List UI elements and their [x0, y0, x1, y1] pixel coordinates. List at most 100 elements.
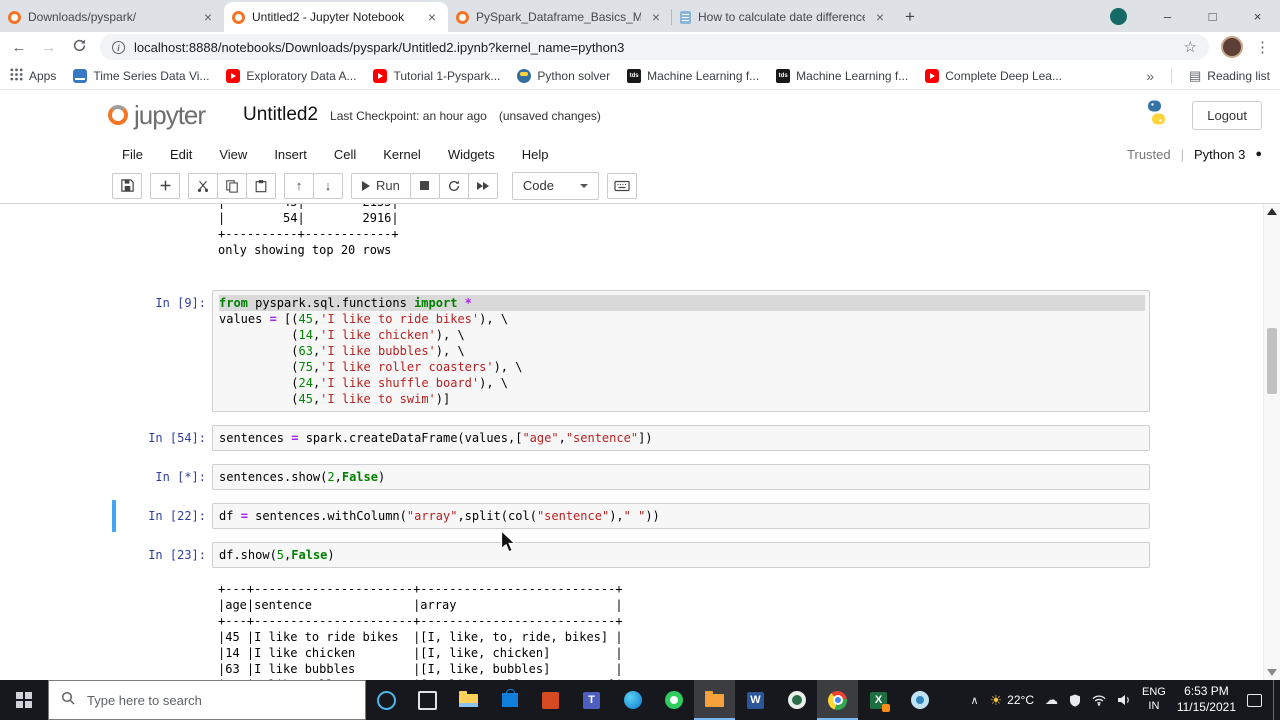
menu-edit[interactable]: Edit: [170, 147, 192, 162]
code-cell[interactable]: In [23]: df.show(5,False): [114, 542, 1150, 568]
taskbar-search[interactable]: [48, 680, 366, 720]
taskbar-app-folder-orange[interactable]: [694, 680, 735, 720]
notebook-scroll-area[interactable]: | 45| 2135| | 54| 2916| +----------+----…: [0, 204, 1280, 680]
cell-type-select[interactable]: Code: [511, 171, 599, 200]
wifi-icon[interactable]: [1092, 694, 1106, 706]
bookmark-item[interactable]: Time Series Data Vi...: [73, 68, 209, 83]
action-center-icon[interactable]: [1247, 693, 1262, 707]
taskbar-app-file-explorer[interactable]: [448, 680, 489, 720]
edge-icon: [623, 691, 642, 709]
add-cell-button[interactable]: [150, 172, 180, 199]
bookmark-item[interactable]: Complete Deep Lea...: [925, 68, 1062, 83]
back-icon[interactable]: ←: [10, 39, 28, 56]
taskbar-app-office[interactable]: [530, 680, 571, 720]
taskbar-app-teams[interactable]: [571, 680, 612, 720]
forward-icon[interactable]: →: [40, 39, 58, 56]
notebook-title[interactable]: Untitled2: [243, 104, 318, 126]
tds-favicon: [776, 68, 791, 83]
apps-shortcut[interactable]: Apps: [10, 67, 56, 84]
menu-insert[interactable]: Insert: [274, 147, 307, 162]
bookmark-item[interactable]: Tutorial 1-Pyspark...: [373, 68, 500, 83]
cut-cell-button[interactable]: [188, 172, 218, 199]
menu-cell[interactable]: Cell: [334, 147, 356, 162]
language-indicator[interactable]: ENG IN: [1142, 686, 1166, 714]
taskbar-app-whatsapp[interactable]: [653, 680, 694, 720]
cell-input[interactable]: sentences.show(2,False): [212, 464, 1150, 490]
volume-icon[interactable]: [1117, 694, 1131, 706]
logout-button[interactable]: Logout: [1192, 100, 1262, 130]
bookmark-star-icon[interactable]: ☆: [1184, 38, 1197, 56]
bookmark-item[interactable]: Exploratory Data A...: [226, 68, 356, 83]
scroll-up-icon[interactable]: [1267, 208, 1277, 215]
bookmark-item[interactable]: Machine Learning f...: [627, 68, 759, 83]
cell-input[interactable]: df.show(5,False): [212, 542, 1150, 568]
code-cell[interactable]: In [54]: sentences = spark.createDataFra…: [114, 425, 1150, 451]
tab-close-icon[interactable]: ×: [872, 9, 888, 25]
security-shield-icon[interactable]: [1069, 694, 1081, 707]
taskbar-app-store[interactable]: [489, 680, 530, 720]
code-cell[interactable]: In [*]: sentences.show(2,False): [114, 464, 1150, 490]
taskbar-app-edge[interactable]: [612, 680, 653, 720]
tab-close-icon[interactable]: ×: [200, 9, 216, 25]
browser-tab-date-difference[interactable]: How to calculate date difference... ×: [671, 2, 896, 32]
cell-input[interactable]: sentences = spark.createDataFrame(values…: [212, 425, 1150, 451]
window-close-button[interactable]: ×: [1235, 0, 1280, 32]
window-maximize-button[interactable]: □: [1190, 0, 1235, 32]
copy-cell-button[interactable]: [217, 172, 247, 199]
scroll-down-icon[interactable]: [1267, 669, 1277, 676]
cell-input[interactable]: from pyspark.sql.functions import * value…: [212, 290, 1150, 412]
bookmark-item[interactable]: Machine Learning f...: [776, 68, 908, 83]
menu-help[interactable]: Help: [522, 147, 549, 162]
jupyter-logo[interactable]: jupyter: [108, 100, 206, 131]
browser-tab-pyspark-basics[interactable]: PySpark_Dataframe_Basics_MAS... ×: [448, 2, 672, 32]
taskbar-clock[interactable]: 6:53 PM 11/15/2021: [1177, 684, 1236, 715]
show-desktop-button[interactable]: [1273, 680, 1278, 720]
code-cell-selected[interactable]: In [22]: df = sentences.withColumn("arra…: [112, 500, 1150, 532]
interrupt-kernel-button[interactable]: [409, 172, 440, 199]
tab-close-icon[interactable]: ×: [424, 9, 440, 25]
taskbar-app-paint[interactable]: [899, 680, 940, 720]
browser-menu-icon[interactable]: ⋮: [1255, 38, 1270, 56]
command-palette-button[interactable]: [606, 172, 637, 199]
bookmark-item[interactable]: Python solver: [517, 68, 610, 83]
taskbar-app-excel[interactable]: [858, 680, 899, 720]
paste-cell-button[interactable]: [246, 172, 276, 199]
taskbar-app-word[interactable]: [735, 680, 776, 720]
taskbar-app-task-view[interactable]: [407, 680, 448, 720]
start-button[interactable]: [0, 680, 48, 720]
taskbar-app-cortana[interactable]: [366, 680, 407, 720]
more-bookmarks-icon[interactable]: »: [1146, 68, 1154, 84]
menu-file[interactable]: File: [122, 147, 143, 162]
url-bar[interactable]: i localhost:8888/notebooks/Downloads/pys…: [100, 34, 1209, 60]
chevron-up-icon[interactable]: ∧: [971, 694, 979, 707]
browser-profile-icon[interactable]: [1110, 7, 1127, 25]
window-minimize-button[interactable]: –: [1145, 0, 1190, 32]
scrollbar[interactable]: [1263, 204, 1280, 680]
onedrive-icon[interactable]: ☁: [1045, 692, 1058, 708]
restart-kernel-button[interactable]: [438, 172, 469, 199]
taskbar-app-chrome[interactable]: [817, 680, 858, 720]
menu-widgets[interactable]: Widgets: [448, 147, 495, 162]
save-button[interactable]: [112, 172, 142, 199]
profile-avatar[interactable]: [1221, 36, 1243, 58]
scrollbar-thumb[interactable]: [1267, 328, 1277, 394]
restart-run-all-button[interactable]: [467, 172, 498, 199]
run-button[interactable]: Run: [351, 172, 411, 199]
menu-kernel[interactable]: Kernel: [383, 147, 421, 162]
reading-list-button[interactable]: ▤ Reading list: [1189, 68, 1270, 84]
tab-close-icon[interactable]: ×: [648, 9, 664, 25]
weather-widget[interactable]: ☀ 22°C: [990, 692, 1034, 709]
site-info-icon[interactable]: i: [112, 40, 125, 54]
move-cell-up-button[interactable]: ↑: [284, 172, 314, 199]
menu-view[interactable]: View: [219, 147, 247, 162]
browser-tab-files[interactable]: Downloads/pyspark/ ×: [0, 2, 224, 32]
search-input[interactable]: [85, 691, 329, 709]
move-cell-down-button[interactable]: ↓: [313, 172, 343, 199]
url-text[interactable]: localhost:8888/notebooks/Downloads/pyspa…: [134, 40, 1175, 55]
reload-icon[interactable]: [70, 38, 88, 57]
taskbar-app-obs[interactable]: [776, 680, 817, 720]
cell-input[interactable]: df = sentences.withColumn("array",split(…: [212, 503, 1150, 529]
browser-tab-untitled2[interactable]: Untitled2 - Jupyter Notebook ×: [224, 2, 448, 32]
new-tab-button[interactable]: +: [896, 3, 924, 31]
code-cell[interactable]: In [9]: from pyspark.sql.functions impor…: [114, 290, 1150, 412]
